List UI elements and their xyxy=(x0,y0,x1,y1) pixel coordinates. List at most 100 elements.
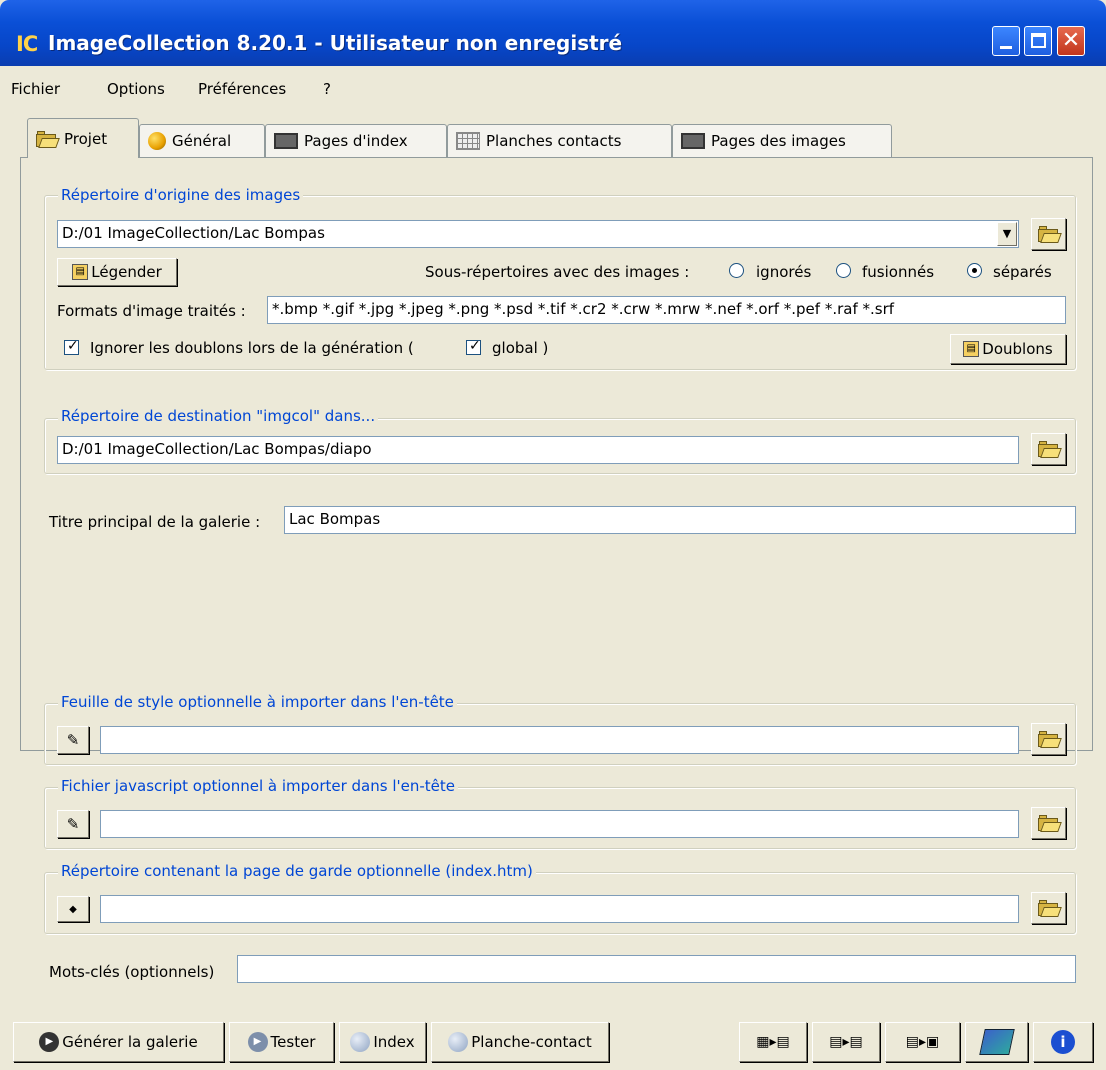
radio-ignores-label: ignorés xyxy=(756,263,812,281)
subdirs-label: Sous-répertoires avec des images : xyxy=(425,263,690,281)
duplicates-icon: ▤ xyxy=(963,341,980,357)
test-button[interactable]: ▶ Tester xyxy=(229,1022,334,1062)
app-logo-icon: IC xyxy=(16,32,38,56)
test-icon: ▶ xyxy=(247,1032,268,1052)
minimize-button[interactable] xyxy=(992,26,1020,56)
tab-label: Pages d'index xyxy=(304,132,408,150)
tab-general[interactable]: Général xyxy=(139,124,265,157)
caption-button-label: Légender xyxy=(91,263,162,281)
formats-value: *.bmp *.gif *.jpg *.jpeg *.png *.psd *.t… xyxy=(272,300,895,318)
index-label: Index xyxy=(373,1033,415,1051)
info-icon: i xyxy=(1051,1030,1075,1054)
radio-separes[interactable] xyxy=(967,263,982,278)
open-folder-icon xyxy=(1037,899,1062,917)
radio-separes-label: séparés xyxy=(993,263,1052,281)
index-to-page-button[interactable]: ▤▸▤ xyxy=(812,1022,880,1062)
keywords-label: Mots-clés (optionnels) xyxy=(49,963,215,981)
gallery-title-value: Lac Bompas xyxy=(289,510,381,528)
edit-icon: ✎ xyxy=(66,731,80,749)
tab-pages-images[interactable]: Pages des images xyxy=(672,124,892,157)
globe-icon xyxy=(350,1032,371,1052)
menu-bar xyxy=(0,66,1106,110)
menu-help[interactable]: ? xyxy=(323,80,331,98)
stylesheet-legend: Feuille de style optionnelle à importer … xyxy=(58,693,457,711)
stylesheet-input[interactable] xyxy=(100,726,1019,754)
index-button[interactable]: Index xyxy=(339,1022,426,1062)
grid-to-page-button[interactable]: ▦▸▤ xyxy=(739,1022,807,1062)
generate-gallery-button[interactable]: ▶ Générer la galerie xyxy=(13,1022,224,1062)
edit-javascript-button[interactable]: ✎ xyxy=(57,810,89,838)
source-path-combobox[interactable]: D:/01 ImageCollection/Lac Bompas ▼ xyxy=(57,220,1019,248)
tab-projet[interactable]: Projet xyxy=(27,118,139,158)
palette-icon xyxy=(148,132,166,150)
cover-page-nav-button[interactable]: ◆ xyxy=(57,896,89,922)
maximize-icon xyxy=(1031,33,1046,48)
caption-icon: ▤ xyxy=(72,264,89,280)
grid-to-page-icon: ▦▸▤ xyxy=(756,1034,790,1050)
keywords-input[interactable] xyxy=(237,955,1076,983)
open-folder-icon xyxy=(1037,730,1062,748)
destination-path-value: D:/01 ImageCollection/Lac Bompas/diapo xyxy=(62,440,372,458)
tab-label: Planches contacts xyxy=(486,132,622,150)
page-to-image-icon: ▤▸▣ xyxy=(905,1034,940,1050)
menu-fichier[interactable]: Fichier xyxy=(11,80,60,98)
radio-ignores[interactable] xyxy=(729,263,744,278)
image-icon xyxy=(681,133,705,149)
window-title: ImageCollection 8.20.1 - Utilisateur non… xyxy=(48,31,623,55)
globe-icon xyxy=(448,1032,469,1052)
global-checkbox[interactable]: ✓ xyxy=(466,338,481,355)
folder-icon xyxy=(36,130,60,148)
tab-label: Projet xyxy=(64,129,108,148)
contact-sheet-button[interactable]: Planche-contact xyxy=(431,1022,609,1062)
close-button[interactable]: ✕ xyxy=(1057,26,1085,56)
caption-button[interactable]: ▤ Légender xyxy=(57,258,177,286)
contact-sheet-label: Planche-contact xyxy=(471,1033,592,1051)
maximize-button[interactable] xyxy=(1024,26,1052,56)
dropdown-arrow-icon[interactable]: ▼ xyxy=(997,222,1017,246)
cover-page-legend: Répertoire contenant la page de garde op… xyxy=(58,862,536,880)
gallery-title-input[interactable]: Lac Bompas xyxy=(284,506,1076,534)
tab-label: Général xyxy=(172,132,232,150)
close-icon: ✕ xyxy=(1061,28,1081,53)
ignore-duplicates-checkbox[interactable]: ✓ xyxy=(64,338,79,355)
cover-page-input[interactable] xyxy=(100,895,1019,923)
menu-options[interactable]: Options xyxy=(107,80,165,98)
edit-stylesheet-button[interactable]: ✎ xyxy=(57,726,89,754)
formats-label: Formats d'image traités : xyxy=(57,302,246,320)
browse-source-button[interactable] xyxy=(1031,218,1066,250)
help-book-button[interactable] xyxy=(965,1022,1028,1062)
page-to-image-button[interactable]: ▤▸▣ xyxy=(885,1022,960,1062)
javascript-input[interactable] xyxy=(100,810,1019,838)
test-label: Tester xyxy=(270,1033,316,1051)
radio-fusionnes-label: fusionnés xyxy=(862,263,935,281)
duplicates-button-label: Doublons xyxy=(982,340,1053,358)
browse-javascript-button[interactable] xyxy=(1031,807,1066,839)
radio-fusionnes[interactable] xyxy=(836,263,851,278)
play-icon: ▶ xyxy=(39,1032,60,1052)
book-icon xyxy=(978,1029,1015,1055)
minimize-icon xyxy=(1000,46,1012,49)
browse-destination-button[interactable] xyxy=(1031,433,1066,465)
javascript-legend: Fichier javascript optionnel à importer … xyxy=(58,777,458,795)
generate-gallery-label: Générer la galerie xyxy=(62,1033,198,1051)
destination-legend: Répertoire de destination "imgcol" dans.… xyxy=(58,407,379,425)
about-button[interactable]: i xyxy=(1033,1022,1093,1062)
tab-pages-index[interactable]: Pages d'index xyxy=(265,124,447,157)
global-label: global ) xyxy=(492,339,549,357)
edit-icon: ✎ xyxy=(66,815,80,833)
formats-input[interactable]: *.bmp *.gif *.jpg *.jpeg *.png *.psd *.t… xyxy=(267,296,1066,324)
tab-planches-contacts[interactable]: Planches contacts xyxy=(447,124,672,157)
grid-icon xyxy=(456,132,480,150)
index-to-page-icon: ▤▸▤ xyxy=(829,1034,863,1050)
duplicates-button[interactable]: ▤ Doublons xyxy=(950,334,1066,364)
source-path-value: D:/01 ImageCollection/Lac Bompas xyxy=(62,224,325,242)
browse-stylesheet-button[interactable] xyxy=(1031,723,1066,755)
destination-path-input[interactable]: D:/01 ImageCollection/Lac Bompas/diapo xyxy=(57,436,1019,464)
title-bar[interactable]: IC ImageCollection 8.20.1 - Utilisateur … xyxy=(0,0,1106,66)
menu-preferences[interactable]: Préférences xyxy=(198,80,286,98)
source-legend: Répertoire d'origine des images xyxy=(58,186,304,204)
film-icon xyxy=(274,133,298,149)
browse-cover-page-button[interactable] xyxy=(1031,892,1066,924)
open-folder-icon xyxy=(1037,225,1062,243)
gallery-title-label: Titre principal de la galerie : xyxy=(49,513,261,531)
